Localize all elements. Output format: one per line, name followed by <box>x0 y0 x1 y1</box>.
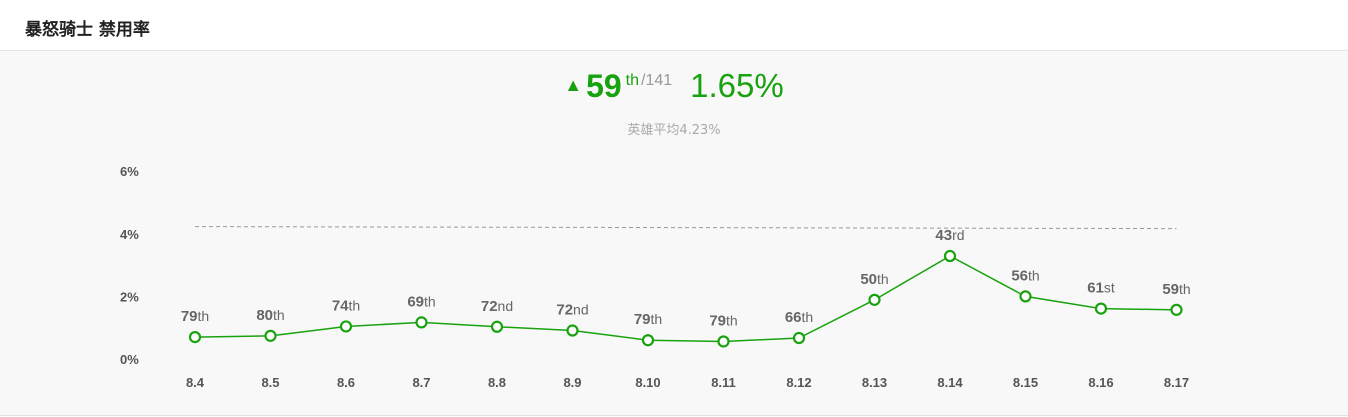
rank-label: 79th <box>634 311 662 328</box>
rank-label: 43rd <box>935 227 964 244</box>
rank-label: 56th <box>1011 267 1039 284</box>
y-tick-label: 0% <box>120 352 139 367</box>
data-point <box>717 335 730 348</box>
rank-label: 80th <box>256 307 284 324</box>
x-tick-label: 8.15 <box>1013 375 1038 390</box>
x-tick-label: 8.16 <box>1088 375 1113 390</box>
x-tick-label: 8.14 <box>937 375 963 390</box>
data-point <box>1170 303 1183 316</box>
data-point <box>188 330 202 344</box>
data-point <box>792 331 806 345</box>
rank-label: 66th <box>785 309 813 326</box>
x-tick-label: 8.9 <box>563 375 581 390</box>
x-tick-label: 8.17 <box>1164 375 1189 390</box>
y-tick-label: 6% <box>120 164 139 179</box>
data-point <box>868 293 881 306</box>
rank-label: 72nd <box>556 302 588 319</box>
y-tick-label: 4% <box>120 227 139 242</box>
x-tick-label: 8.11 <box>711 375 736 390</box>
data-point <box>566 324 579 337</box>
x-tick-label: 8.4 <box>186 375 205 390</box>
x-tick-label: 8.5 <box>261 375 279 390</box>
x-tick-label: 8.8 <box>488 375 506 390</box>
rank-label: 79th <box>709 312 737 329</box>
x-tick-label: 8.7 <box>412 375 430 390</box>
average-line <box>194 226 1177 230</box>
data-point <box>264 329 277 342</box>
x-tick-label: 8.10 <box>635 375 660 390</box>
x-tick-label: 8.6 <box>337 375 355 390</box>
rank-label: 72nd <box>481 298 513 315</box>
data-point <box>415 316 428 329</box>
rank-label: 79th <box>181 308 209 325</box>
data-point <box>641 334 655 347</box>
ban-rate-line-chart: 0% 2% 4% 6% 79th 8.4 80th 8.5 74th 8.6 69th 8.7 72nd… <box>120 164 1191 390</box>
rank-label: 61st <box>1087 280 1115 297</box>
rank-label: 74th <box>332 297 360 314</box>
data-point <box>943 249 957 263</box>
data-point <box>1094 302 1108 315</box>
x-tick-label: 8.13 <box>862 375 887 390</box>
x-tick-label: 8.12 <box>786 375 811 390</box>
rank-label: 50th <box>860 271 888 288</box>
y-tick-label: 2% <box>120 289 139 304</box>
data-point <box>339 320 353 333</box>
data-point <box>490 320 504 333</box>
rank-label: 59th <box>1162 281 1190 298</box>
data-point <box>1019 290 1032 303</box>
rank-label: 69th <box>407 293 435 310</box>
